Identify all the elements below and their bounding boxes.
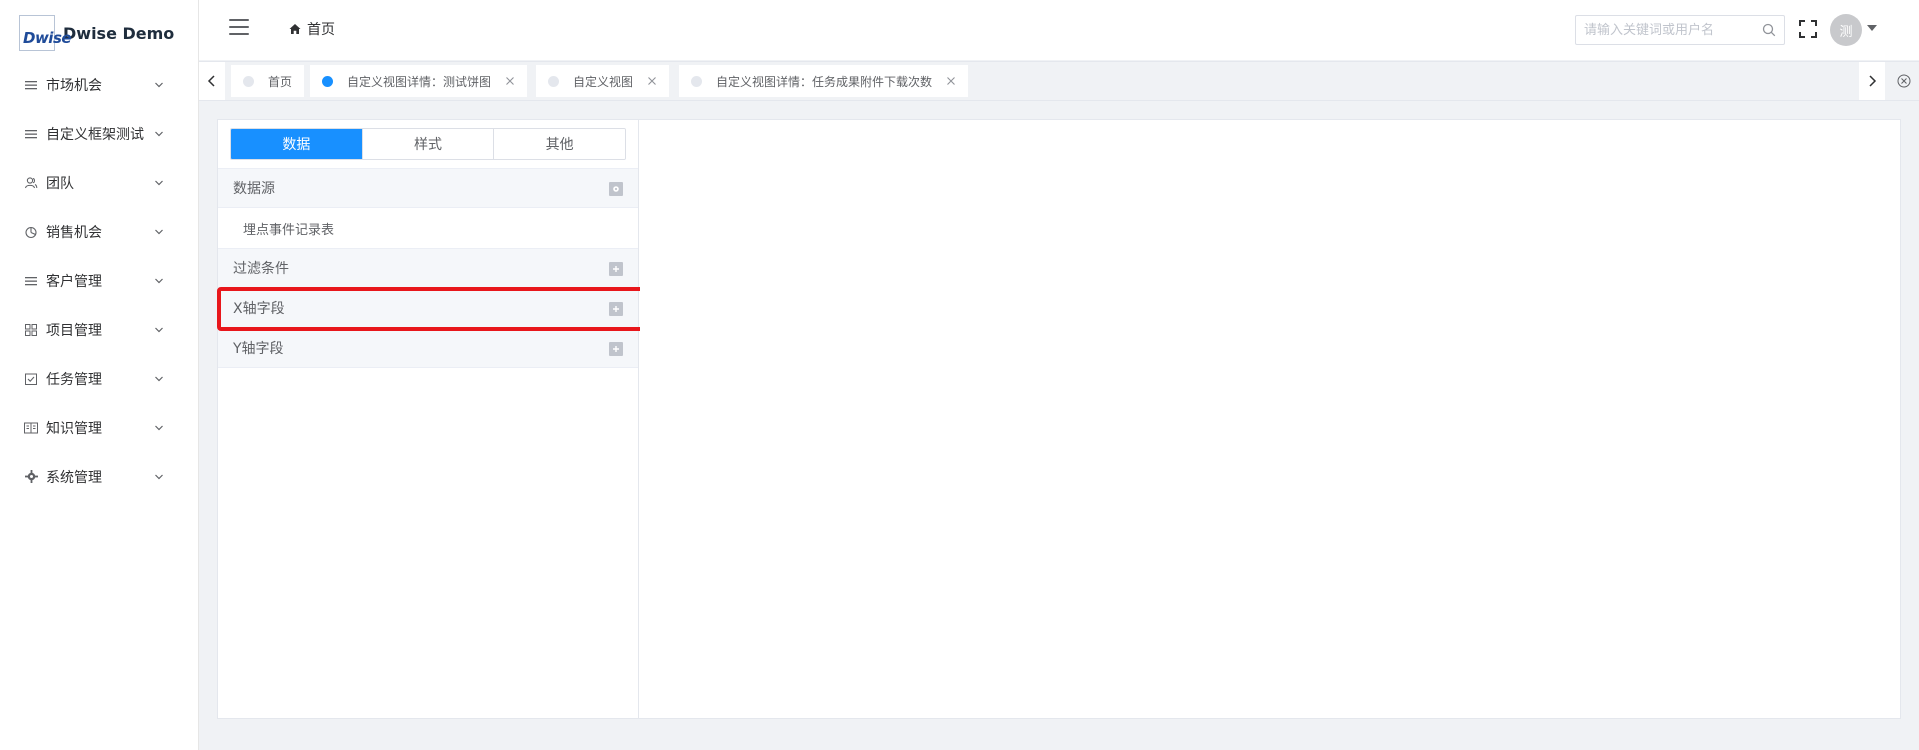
close-icon[interactable] [946,76,956,86]
close-icon[interactable] [647,76,657,86]
tab-status-dot [322,75,333,87]
chart-editor-panel: 数据 样式 其他 数据源 埋点事件记录表 过滤条件 X轴字段 Y轴字段 [217,119,1901,719]
sidebar-item-label: 团队 [46,175,74,192]
tab-label: 首页 [268,74,293,89]
section-title: 数据源 [233,181,275,197]
chevron-down-icon [155,131,163,136]
section-title: X轴字段 [233,301,285,317]
sidebar-item-sales[interactable]: 销售机会 [0,207,199,256]
add-filter-icon[interactable] [609,262,623,276]
pie-chart-icon [24,225,38,239]
sidebar-item-project[interactable]: 项目管理 [0,305,199,354]
chevron-down-icon [155,229,163,234]
sidebar-item-task[interactable]: 任务管理 [0,354,199,403]
tab-status-dot [691,75,702,87]
sidebar-item-label: 市场机会 [46,77,102,94]
chevron-right-icon [1869,75,1877,87]
chevron-down-icon [155,82,163,87]
logo-mark: Dwise [19,15,72,51]
app-title: Dwise Demo [63,23,175,43]
circle-close-icon [1897,74,1911,88]
sidebar-item-market[interactable]: 市场机会 [0,60,199,109]
sidebar-item-system[interactable]: 系统管理 [0,452,199,501]
section-datasource: 数据源 [218,168,638,208]
tab-custom-view[interactable]: 自定义视图 [536,65,670,97]
tab-other[interactable]: 其他 [494,129,625,159]
section-filter: 过滤条件 [218,248,638,288]
sidebar-item-label: 知识管理 [46,420,102,437]
breadcrumb[interactable]: 首页 [289,19,335,39]
tabs-bar: 首页 自定义视图详情：测试饼图 自定义视图 自定义视图详情：任务成果附件下载次数 [199,61,1919,101]
grid-icon [24,323,38,337]
chevron-down-icon [155,180,163,185]
chevron-down-icon [155,425,163,430]
tab-scroll-left-button[interactable] [199,62,225,100]
chevron-down-icon [155,327,163,332]
datasource-value[interactable]: 埋点事件记录表 [218,208,638,248]
hamburger-menu-icon[interactable] [229,19,249,35]
tab-home[interactable]: 首页 [231,65,305,97]
sidebar-item-label: 自定义框架测试 [46,126,144,143]
tab-custom-view-detail-pie[interactable]: 自定义视图详情：测试饼图 [310,65,528,97]
sidebar-item-label: 系统管理 [46,469,102,486]
tab-label: 自定义视图详情：任务成果附件下载次数 [716,74,933,89]
add-x-field-icon[interactable] [609,302,623,316]
home-icon [289,24,301,34]
close-all-tabs-button[interactable] [1889,62,1919,100]
top-header: 首页 测 [199,0,1919,60]
avatar[interactable]: 测 [1830,14,1862,46]
sidebar-item-label: 项目管理 [46,322,102,339]
checkbox-icon [24,372,38,386]
sidebar: Dwise Dwise Demo 市场机会 自定义框架测试 团队 销售机会 客户… [0,0,199,750]
book-icon [24,421,38,435]
close-icon[interactable] [505,76,515,86]
settings-icon[interactable] [609,182,623,196]
sidebar-item-label: 销售机会 [46,224,102,241]
team-icon [24,176,38,190]
config-panel: 数据 样式 其他 数据源 埋点事件记录表 过滤条件 X轴字段 Y轴字段 [217,120,647,718]
sidebar-menu: 市场机会 自定义框架测试 团队 销售机会 客户管理 项目管理 任务管理 知识管理… [0,60,199,501]
section-y-field: Y轴字段 [218,328,638,368]
gear-icon [24,470,38,484]
chart-preview-area [640,120,1900,718]
tab-custom-view-detail-downloads[interactable]: 自定义视图详情：任务成果附件下载次数 [679,65,969,97]
logo-mark-text: Dwise [23,29,72,47]
sidebar-item-label: 客户管理 [46,273,102,290]
logo[interactable]: Dwise Dwise Demo [19,15,174,51]
chevron-down-icon [155,278,163,283]
tab-status-dot [243,75,254,87]
chevron-left-icon [207,75,215,87]
breadcrumb-home: 首页 [307,22,335,38]
search-icon[interactable] [1762,23,1776,37]
search-box [1575,15,1785,45]
list-icon [24,127,38,141]
chevron-down-icon [155,376,163,381]
section-title: Y轴字段 [233,341,284,357]
sidebar-item-knowledge[interactable]: 知识管理 [0,403,199,452]
sidebar-item-custom-framework[interactable]: 自定义框架测试 [0,109,199,158]
chevron-down-icon [155,474,163,479]
tab-data[interactable]: 数据 [231,129,363,159]
sidebar-item-customer[interactable]: 客户管理 [0,256,199,305]
tab-scroll-right-button[interactable] [1859,62,1885,100]
sidebar-item-label: 任务管理 [46,371,102,388]
tab-label: 自定义视图详情：测试饼图 [347,74,492,89]
search-input[interactable] [1576,16,1756,44]
fullscreen-icon[interactable] [1799,20,1817,38]
list-icon [24,78,38,92]
list-icon [24,274,38,288]
config-tabs: 数据 样式 其他 [230,128,626,160]
sidebar-item-team[interactable]: 团队 [0,158,199,207]
add-y-field-icon[interactable] [609,342,623,356]
tab-status-dot [548,75,559,87]
section-x-field: X轴字段 [218,288,638,328]
caret-down-icon[interactable] [1867,25,1877,31]
tab-label: 自定义视图 [573,74,634,89]
section-title: 过滤条件 [233,261,289,277]
tab-style[interactable]: 样式 [362,129,495,159]
